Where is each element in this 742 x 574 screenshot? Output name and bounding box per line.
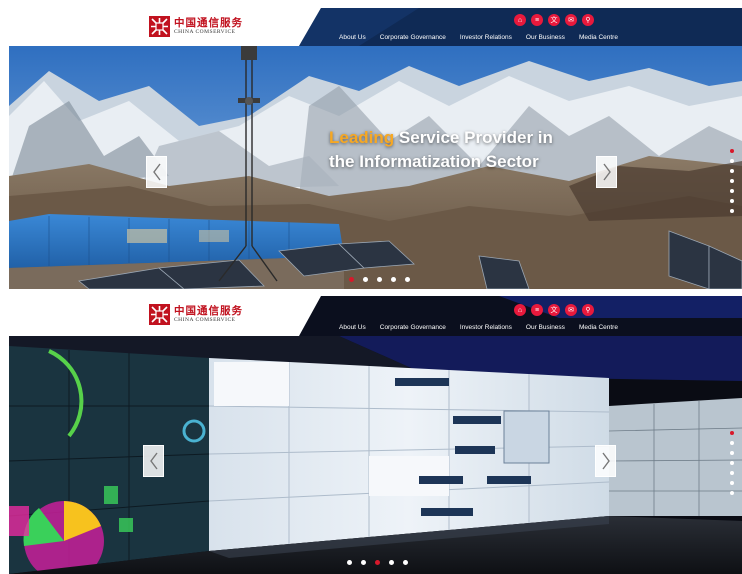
menu-investor-relations[interactable]: Investor Relations: [460, 324, 512, 331]
logo-english-text: CHINA COMSERVICE: [174, 29, 236, 35]
carousel-next-button[interactable]: [595, 445, 616, 477]
logo-chinese-text: 中国通信服务: [174, 304, 243, 317]
vertical-dot-1[interactable]: [730, 431, 734, 435]
website-screenshot-top: 中国通信服务 CHINA COMSERVICE ⌂ ≡ 文 ✉ ⚲ About …: [9, 8, 742, 289]
utility-icons: ⌂ ≡ 文 ✉ ⚲: [514, 14, 594, 26]
mail-icon[interactable]: ✉: [565, 14, 577, 26]
menu-corporate-governance[interactable]: Corporate Governance: [380, 324, 446, 331]
home-icon[interactable]: ⌂: [514, 14, 526, 26]
slide-dot-2[interactable]: [363, 277, 368, 282]
vertical-dot-7[interactable]: [730, 209, 734, 213]
slide-dot-4[interactable]: [389, 560, 394, 565]
carousel-prev-button[interactable]: [146, 156, 167, 188]
logo-mark-icon: [149, 16, 170, 37]
vertical-dot-4[interactable]: [730, 179, 734, 183]
logo-chinese-text: 中国通信服务: [174, 16, 243, 29]
company-logo[interactable]: 中国通信服务 CHINA COMSERVICE: [149, 304, 243, 325]
hero-banner-mountains: Leading Service Provider in the Informat…: [9, 46, 742, 289]
search-icon[interactable]: ⚲: [582, 14, 594, 26]
logo-english-text: CHINA COMSERVICE: [174, 317, 236, 323]
utility-icons: ⌂ ≡ 文 ✉ ⚲: [514, 304, 594, 316]
menu-investor-relations[interactable]: Investor Relations: [460, 34, 512, 41]
sitemap-icon[interactable]: ≡: [531, 304, 543, 316]
slide-dot-5[interactable]: [403, 560, 408, 565]
hero-headline: Leading Service Provider in the Informat…: [329, 126, 553, 174]
vertical-page-dots: [730, 431, 734, 495]
menu-media-centre[interactable]: Media Centre: [579, 34, 618, 41]
carousel-next-button[interactable]: [596, 156, 617, 188]
headline-line1: Service Provider in: [394, 128, 553, 147]
slide-indicator-dots: [349, 277, 410, 282]
main-menu: About Us Corporate Governance Investor R…: [339, 324, 618, 331]
vertical-dot-2[interactable]: [730, 159, 734, 163]
slide-dot-1[interactable]: [347, 560, 352, 565]
menu-corporate-governance[interactable]: Corporate Governance: [380, 34, 446, 41]
mail-icon[interactable]: ✉: [565, 304, 577, 316]
vertical-page-dots: [730, 149, 734, 213]
chevron-right-icon: [602, 163, 611, 181]
vertical-dot-7[interactable]: [730, 491, 734, 495]
vertical-dot-3[interactable]: [730, 451, 734, 455]
language-icon[interactable]: 文: [548, 304, 560, 316]
slide-dot-2[interactable]: [361, 560, 366, 565]
menu-about-us[interactable]: About Us: [339, 34, 366, 41]
search-icon[interactable]: ⚲: [582, 304, 594, 316]
vertical-dot-5[interactable]: [730, 189, 734, 193]
menu-media-centre[interactable]: Media Centre: [579, 324, 618, 331]
vertical-dot-5[interactable]: [730, 471, 734, 475]
sitemap-icon[interactable]: ≡: [531, 14, 543, 26]
vertical-dot-1[interactable]: [730, 149, 734, 153]
website-screenshot-bottom: 中国通信服务 CHINA COMSERVICE ⌂ ≡ 文 ✉ ⚲ About …: [9, 296, 742, 574]
main-menu: About Us Corporate Governance Investor R…: [339, 34, 618, 41]
language-icon[interactable]: 文: [548, 14, 560, 26]
chevron-left-icon: [149, 452, 158, 470]
home-icon[interactable]: ⌂: [514, 304, 526, 316]
vertical-dot-2[interactable]: [730, 441, 734, 445]
logo-mark-icon: [149, 304, 170, 325]
carousel-prev-button[interactable]: [143, 445, 164, 477]
slide-dot-4[interactable]: [391, 277, 396, 282]
chevron-right-icon: [601, 452, 610, 470]
menu-about-us[interactable]: About Us: [339, 324, 366, 331]
menu-our-business[interactable]: Our Business: [526, 324, 565, 331]
control-room-scene-image: [9, 336, 742, 574]
slide-indicator-dots: [347, 560, 408, 565]
menu-our-business[interactable]: Our Business: [526, 34, 565, 41]
vertical-dot-6[interactable]: [730, 481, 734, 485]
slide-dot-3[interactable]: [377, 277, 382, 282]
vertical-dot-6[interactable]: [730, 199, 734, 203]
slide-dot-1[interactable]: [349, 277, 354, 282]
vertical-dot-4[interactable]: [730, 461, 734, 465]
slide-dot-5[interactable]: [405, 277, 410, 282]
slide-dot-3[interactable]: [375, 560, 380, 565]
vertical-dot-3[interactable]: [730, 169, 734, 173]
hero-banner-control-room: [9, 336, 742, 574]
chevron-left-icon: [152, 163, 161, 181]
headline-line2: the Informatization Sector: [329, 152, 539, 171]
company-logo[interactable]: 中国通信服务 CHINA COMSERVICE: [149, 16, 243, 37]
headline-accent-word: Leading: [329, 128, 395, 147]
